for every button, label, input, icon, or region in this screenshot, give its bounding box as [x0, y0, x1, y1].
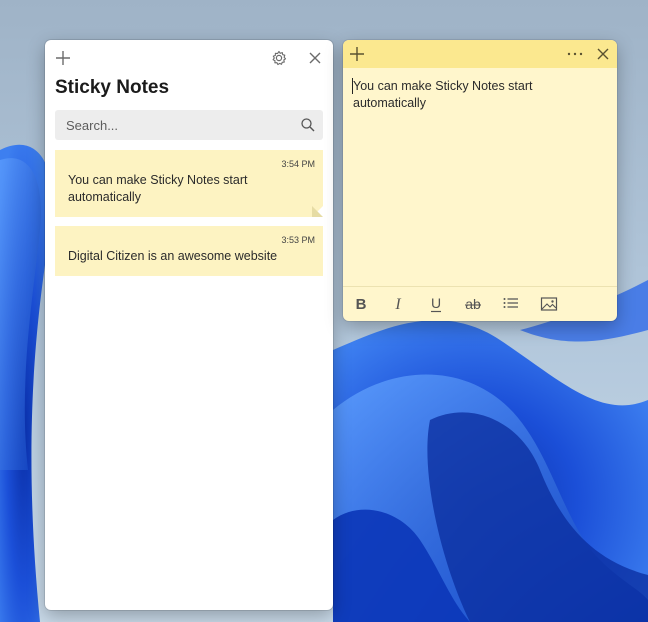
svg-text:B: B [356, 296, 367, 313]
svg-text:I: I [394, 296, 401, 313]
note-timestamp: 3:53 PM [281, 235, 315, 245]
formatting-toolbar: B I U ab [343, 286, 617, 321]
plus-icon[interactable] [49, 44, 77, 72]
search-input[interactable] [55, 110, 285, 140]
svg-text:ab: ab [465, 296, 481, 312]
note-preview-text: You can make Sticky Notes start automati… [68, 173, 248, 204]
bold-icon[interactable]: B [348, 291, 374, 317]
close-icon[interactable] [589, 40, 617, 68]
underline-icon[interactable]: U [423, 291, 449, 317]
close-icon[interactable] [301, 44, 329, 72]
note-preview-text: Digital Citizen is an awesome website [68, 249, 278, 263]
plus-icon[interactable] [343, 40, 371, 68]
italic-icon[interactable]: I [385, 291, 411, 317]
note-list-item[interactable]: 3:53 PM Digital Citizen is an awesome we… [55, 226, 323, 276]
svg-text:U: U [431, 295, 441, 311]
image-icon[interactable] [536, 291, 562, 317]
app-title: Sticky Notes [55, 77, 170, 98]
search-icon[interactable] [300, 117, 316, 138]
folded-corner [312, 206, 323, 217]
gear-icon[interactable] [265, 44, 293, 72]
note-list-item[interactable]: 3:54 PM You can make Sticky Notes start … [55, 150, 323, 217]
bullet-list-icon[interactable] [498, 291, 524, 317]
notes-list-window: Sticky Notes 3:54 PM You can make Sticky… [45, 40, 333, 610]
more-icon[interactable] [561, 40, 589, 68]
note-editor[interactable]: You can make Sticky Notes start automati… [353, 78, 603, 112]
note-timestamp: 3:54 PM [281, 159, 315, 169]
note-title-bar[interactable] [343, 40, 617, 68]
strikethrough-icon[interactable]: ab [460, 291, 486, 317]
sticky-note-window: You can make Sticky Notes start automati… [343, 40, 617, 321]
search-box[interactable] [55, 110, 323, 140]
